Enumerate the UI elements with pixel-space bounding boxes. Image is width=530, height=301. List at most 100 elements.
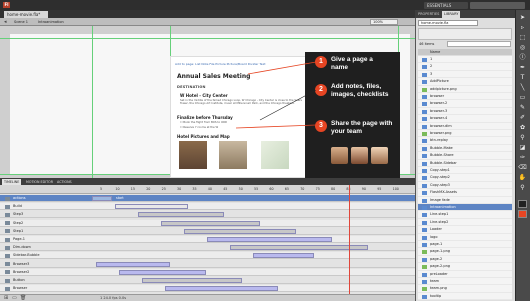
fill-color-swatch[interactable] xyxy=(518,210,527,218)
library-item[interactable]: 2 xyxy=(418,63,512,71)
frame-span[interactable] xyxy=(207,237,332,242)
library-item[interactable]: team xyxy=(418,278,512,286)
pen-tool-icon[interactable]: ✒ xyxy=(518,64,527,72)
library-column-header[interactable]: Name xyxy=(418,49,512,55)
library-item[interactable]: logo xyxy=(418,233,512,241)
delete-layer-icon[interactable]: 🗑 xyxy=(20,295,26,301)
library-item[interactable]: Copy-step2 xyxy=(418,174,512,182)
library-item[interactable]: browser-dim xyxy=(418,122,512,130)
tab-properties[interactable]: PROPERTIES xyxy=(416,11,441,18)
library-item[interactable]: AddPicture xyxy=(418,78,512,86)
library-item[interactable]: FlashMX-Assets xyxy=(418,189,512,197)
subselect-tool-icon[interactable]: ▹ xyxy=(518,24,527,32)
library-item[interactable]: Bubble-Share xyxy=(418,152,512,160)
frame-span[interactable] xyxy=(253,253,314,259)
paint-bucket-tool-icon[interactable]: ◪ xyxy=(518,144,527,152)
library-item[interactable]: Bubble-Sidebar xyxy=(418,159,512,167)
library-document-select[interactable]: home-movie.fla xyxy=(418,20,478,26)
frame-span[interactable] xyxy=(96,261,170,267)
layer-name[interactable]: Page-1 xyxy=(13,236,25,243)
timeline-layer-row[interactable]: Step2 xyxy=(0,219,415,227)
timeline-layer-row[interactable]: actions xyxy=(0,195,415,202)
library-item[interactable]: browser xyxy=(418,93,512,101)
library-item[interactable]: addpicture.png xyxy=(418,85,512,93)
layer-name[interactable]: Browser xyxy=(13,285,27,292)
text-tool-icon[interactable]: T xyxy=(518,74,527,82)
rectangle-tool-icon[interactable]: ▭ xyxy=(518,94,527,102)
library-item[interactable]: 3 xyxy=(418,70,512,79)
free-transform-tool-icon[interactable]: ⬚ xyxy=(518,34,527,42)
workspace-switcher[interactable]: ESSENTIALS xyxy=(424,2,468,9)
library-item[interactable]: Introanimation xyxy=(418,204,512,212)
brush-tool-icon[interactable]: ✐ xyxy=(518,114,527,122)
bone-tool-icon[interactable]: ⚲ xyxy=(518,134,527,142)
arrow-tool-icon[interactable]: ➤ xyxy=(518,14,527,22)
frame-span[interactable] xyxy=(142,278,242,283)
frame-span[interactable] xyxy=(161,220,260,226)
library-item[interactable]: browser-4 xyxy=(418,115,512,123)
frame-span[interactable] xyxy=(119,269,206,275)
frame-span[interactable] xyxy=(115,204,188,210)
library-item[interactable]: 1 xyxy=(418,56,512,64)
timeline-layer-row[interactable]: Browser xyxy=(0,285,415,293)
frame-span[interactable] xyxy=(230,245,368,251)
timeline-layer-row[interactable]: Step1 xyxy=(0,227,415,235)
library-item[interactable]: browser-2 xyxy=(418,100,512,108)
pencil-tool-icon[interactable]: ✎ xyxy=(518,104,527,112)
library-item[interactable]: browser-3 xyxy=(418,107,512,116)
timeline-layer-row[interactable]: Browser3 xyxy=(0,260,415,268)
library-item[interactable]: browser.png xyxy=(418,130,512,138)
new-layer-icon[interactable]: ⊞ xyxy=(4,295,8,301)
library-search-input[interactable] xyxy=(447,41,511,47)
library-item[interactable]: Loader xyxy=(418,226,512,234)
library-item[interactable]: Copy-step3 xyxy=(418,181,512,190)
layer-name[interactable]: Browser2 xyxy=(13,269,29,276)
library-item[interactable]: page-2.png xyxy=(418,263,512,271)
help-search-input[interactable] xyxy=(470,2,525,9)
layer-name[interactable]: actions xyxy=(13,195,26,202)
line-tool-icon[interactable]: ╲ xyxy=(518,84,527,92)
playhead[interactable] xyxy=(349,185,350,295)
stroke-color-swatch[interactable] xyxy=(518,200,527,208)
layer-name[interactable]: Dim-down xyxy=(13,244,31,251)
layer-name[interactable]: Step1 xyxy=(13,228,23,235)
layer-name[interactable]: Step2 xyxy=(13,220,23,227)
eyedropper-tool-icon[interactable]: ✑ xyxy=(518,154,527,162)
library-item[interactable]: Copy-step1 xyxy=(418,167,512,175)
library-item[interactable]: page-1.png xyxy=(418,248,512,256)
hand-tool-icon[interactable]: ✋ xyxy=(518,174,527,182)
layer-name[interactable]: Button xyxy=(13,277,25,284)
timeline-layer-row[interactable]: Dim-down xyxy=(0,244,415,252)
timeline-layer-row[interactable]: Step3 xyxy=(0,211,415,219)
frame-span[interactable] xyxy=(165,286,278,292)
deco-tool-icon[interactable]: ✿ xyxy=(518,124,527,132)
timeline-layer-row[interactable]: Sidebar-Bubble xyxy=(0,252,415,260)
tab-library[interactable]: LIBRARY xyxy=(442,11,461,18)
library-item[interactable]: Line-step1 xyxy=(418,211,512,219)
library-item[interactable]: tooltip xyxy=(418,292,512,301)
frame-span[interactable] xyxy=(138,212,224,218)
eraser-tool-icon[interactable]: ⌫ xyxy=(518,164,527,172)
library-item[interactable]: btn-replay xyxy=(418,137,512,145)
timeline-layer-row[interactable]: Button xyxy=(0,277,415,284)
library-item[interactable]: preLoader xyxy=(418,270,512,278)
layer-name[interactable]: Browser3 xyxy=(13,261,29,268)
zoom-tool-icon[interactable]: ⚲ xyxy=(518,184,527,192)
library-item[interactable]: page-2 xyxy=(418,255,512,264)
layer-name[interactable]: Build xyxy=(13,203,22,210)
new-folder-icon[interactable]: ▭ xyxy=(12,295,17,301)
3d-rotation-tool-icon[interactable]: ◎ xyxy=(518,44,527,52)
library-item[interactable]: Bubble-Make xyxy=(418,144,512,153)
library-item[interactable]: Line-step2 xyxy=(418,218,512,227)
frame-span[interactable] xyxy=(184,228,296,234)
lasso-tool-icon[interactable]: ⓛ xyxy=(518,54,527,62)
library-item[interactable]: team.png xyxy=(418,285,512,293)
timeline-layer-row[interactable]: Page-1 xyxy=(0,236,415,243)
timeline-layer-row[interactable]: Build xyxy=(0,203,415,211)
timeline-layer-row[interactable]: Browser2 xyxy=(0,268,415,276)
library-item[interactable]: Image fade xyxy=(418,196,512,204)
frame-span[interactable] xyxy=(92,196,112,201)
layer-name[interactable]: Step3 xyxy=(13,211,23,218)
layer-name[interactable]: Sidebar-Bubble xyxy=(13,252,39,259)
library-item[interactable]: page-1 xyxy=(418,241,512,249)
